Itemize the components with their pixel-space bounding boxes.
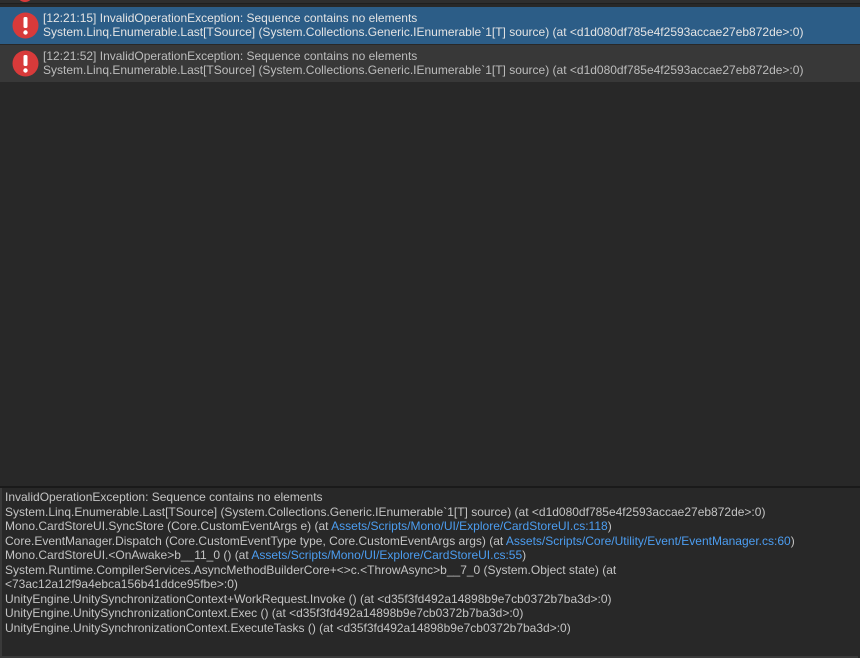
detail-line: UnityEngine.UnitySynchronizationContext.… xyxy=(5,606,524,620)
stack-trace-detail[interactable]: InvalidOperationException: Sequence cont… xyxy=(0,488,858,658)
detail-line: Core.EventManager.Dispatch (Core.CustomE… xyxy=(5,533,795,548)
error-icon xyxy=(12,12,39,39)
log-list[interactable]: [12:21:15] InvalidOperationException: Se… xyxy=(0,0,860,486)
log-entry[interactable]: [12:21:15] InvalidOperationException: Se… xyxy=(0,7,860,44)
detail-line: InvalidOperationException: Sequence cont… xyxy=(5,490,323,504)
detail-line: System.Runtime.CompilerServices.AsyncMet… xyxy=(5,562,617,577)
log-entry-message: [12:21:15] InvalidOperationException: Se… xyxy=(43,11,418,25)
detail-line: Mono.CardStoreUI.SyncStore (Core.CustomE… xyxy=(5,519,612,533)
log-entry-stack-preview: System.Linq.Enumerable.Last[TSource] (Sy… xyxy=(43,63,804,77)
source-file-link[interactable]: Assets/Scripts/Mono/UI/Explore/CardStore… xyxy=(251,548,522,562)
log-entry[interactable]: [12:21:52] InvalidOperationException: Se… xyxy=(0,45,860,82)
previous-log-row-partial[interactable] xyxy=(0,0,860,4)
error-icon xyxy=(12,50,39,77)
detail-line: UnityEngine.UnitySynchronizationContext+… xyxy=(5,591,612,606)
detail-line: <73ac12a12f9a4ebca156b41ddce95fbe>:0) xyxy=(5,577,238,591)
detail-line: System.Linq.Enumerable.Last[TSource] (Sy… xyxy=(5,504,766,519)
log-entry-stack-preview: System.Linq.Enumerable.Last[TSource] (Sy… xyxy=(43,25,804,39)
console-window: [12:21:15] InvalidOperationException: Se… xyxy=(0,0,860,658)
log-entry-message: [12:21:52] InvalidOperationException: Se… xyxy=(43,49,418,63)
error-icon xyxy=(17,0,33,2)
source-file-link[interactable]: Assets/Scripts/Core/Utility/Event/EventM… xyxy=(506,534,791,548)
detail-line: UnityEngine.UnitySynchronizationContext.… xyxy=(5,620,571,635)
source-file-link[interactable]: Assets/Scripts/Mono/UI/Explore/CardStore… xyxy=(331,519,608,533)
detail-line: Mono.CardStoreUI.<OnAwake>b__11_0 () (at… xyxy=(5,548,527,562)
